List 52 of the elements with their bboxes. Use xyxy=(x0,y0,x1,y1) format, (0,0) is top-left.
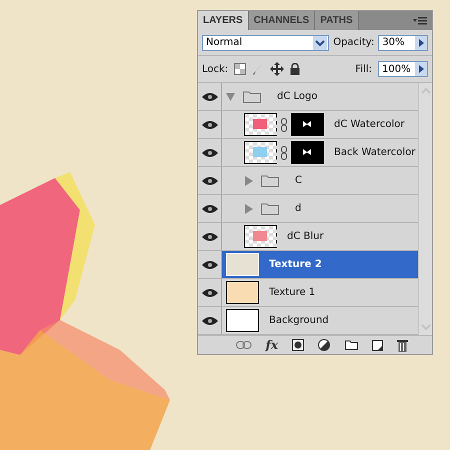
new-layer-icon[interactable] xyxy=(372,340,383,350)
mask-thumbnail xyxy=(291,141,324,164)
panel-tab[interactable]: LAYERS xyxy=(198,11,249,30)
layer-row[interactable]: d xyxy=(198,195,418,223)
layer-name: dC Blur xyxy=(287,231,324,242)
layer-row[interactable]: dC Watercolor xyxy=(198,111,418,139)
layer-row[interactable]: dC Logo xyxy=(198,83,418,111)
adjustment-layer-icon[interactable] xyxy=(318,338,331,352)
trash-icon[interactable] xyxy=(397,338,408,352)
eye-icon[interactable] xyxy=(202,120,218,130)
layer-row[interactable]: C xyxy=(198,167,418,195)
layer-name: dC Logo xyxy=(277,91,318,102)
eye-icon[interactable] xyxy=(202,232,218,242)
opacity-field[interactable]: 30% xyxy=(378,34,428,50)
layer-row[interactable]: Back Watercolor xyxy=(198,139,418,167)
panel-tab[interactable]: PATHS xyxy=(315,11,359,30)
panel-menu-icon[interactable] xyxy=(413,16,427,24)
link-icon[interactable] xyxy=(281,146,287,160)
folder-icon xyxy=(261,174,279,187)
layer-name: Background xyxy=(269,315,329,326)
layer-row[interactable]: Texture 1 xyxy=(198,279,418,307)
add-mask-icon[interactable] xyxy=(292,339,304,351)
folder-icon xyxy=(261,202,279,215)
move-icon[interactable] xyxy=(270,62,284,76)
blend-mode-dropdown[interactable]: Normal xyxy=(202,34,330,50)
link-layers-icon[interactable] xyxy=(236,341,252,349)
lock-icon[interactable] xyxy=(290,63,300,75)
eye-icon[interactable] xyxy=(202,204,218,214)
eye-icon[interactable] xyxy=(202,176,218,186)
eye-icon[interactable] xyxy=(202,148,218,158)
layer-name: d xyxy=(295,203,302,214)
layer-name: Texture 1 xyxy=(269,287,316,298)
folder-icon xyxy=(243,90,261,103)
fill-label: Fill: xyxy=(355,64,372,74)
fill-field[interactable]: 100% xyxy=(378,61,428,77)
opacity-label: Opacity: xyxy=(333,37,374,48)
link-icon[interactable] xyxy=(281,118,287,132)
mask-thumbnail xyxy=(291,113,324,136)
layer-name: C xyxy=(295,175,302,186)
layer-name: Texture 2 xyxy=(269,259,322,270)
layer-style-button[interactable]: fx xyxy=(266,338,278,352)
eye-icon[interactable] xyxy=(202,288,218,298)
lock-transparency-icon[interactable] xyxy=(234,63,246,75)
eye-icon[interactable] xyxy=(202,316,218,326)
lock-label: Lock: xyxy=(202,64,228,74)
panel-tab[interactable]: CHANNELS xyxy=(248,11,316,30)
layer-name: Back Watercolor xyxy=(334,147,416,158)
layer-row[interactable]: Background xyxy=(198,307,418,335)
new-group-icon[interactable] xyxy=(345,340,358,350)
layer-name: dC Watercolor xyxy=(334,119,404,130)
eye-icon[interactable] xyxy=(202,260,218,270)
eye-icon[interactable] xyxy=(202,92,218,102)
